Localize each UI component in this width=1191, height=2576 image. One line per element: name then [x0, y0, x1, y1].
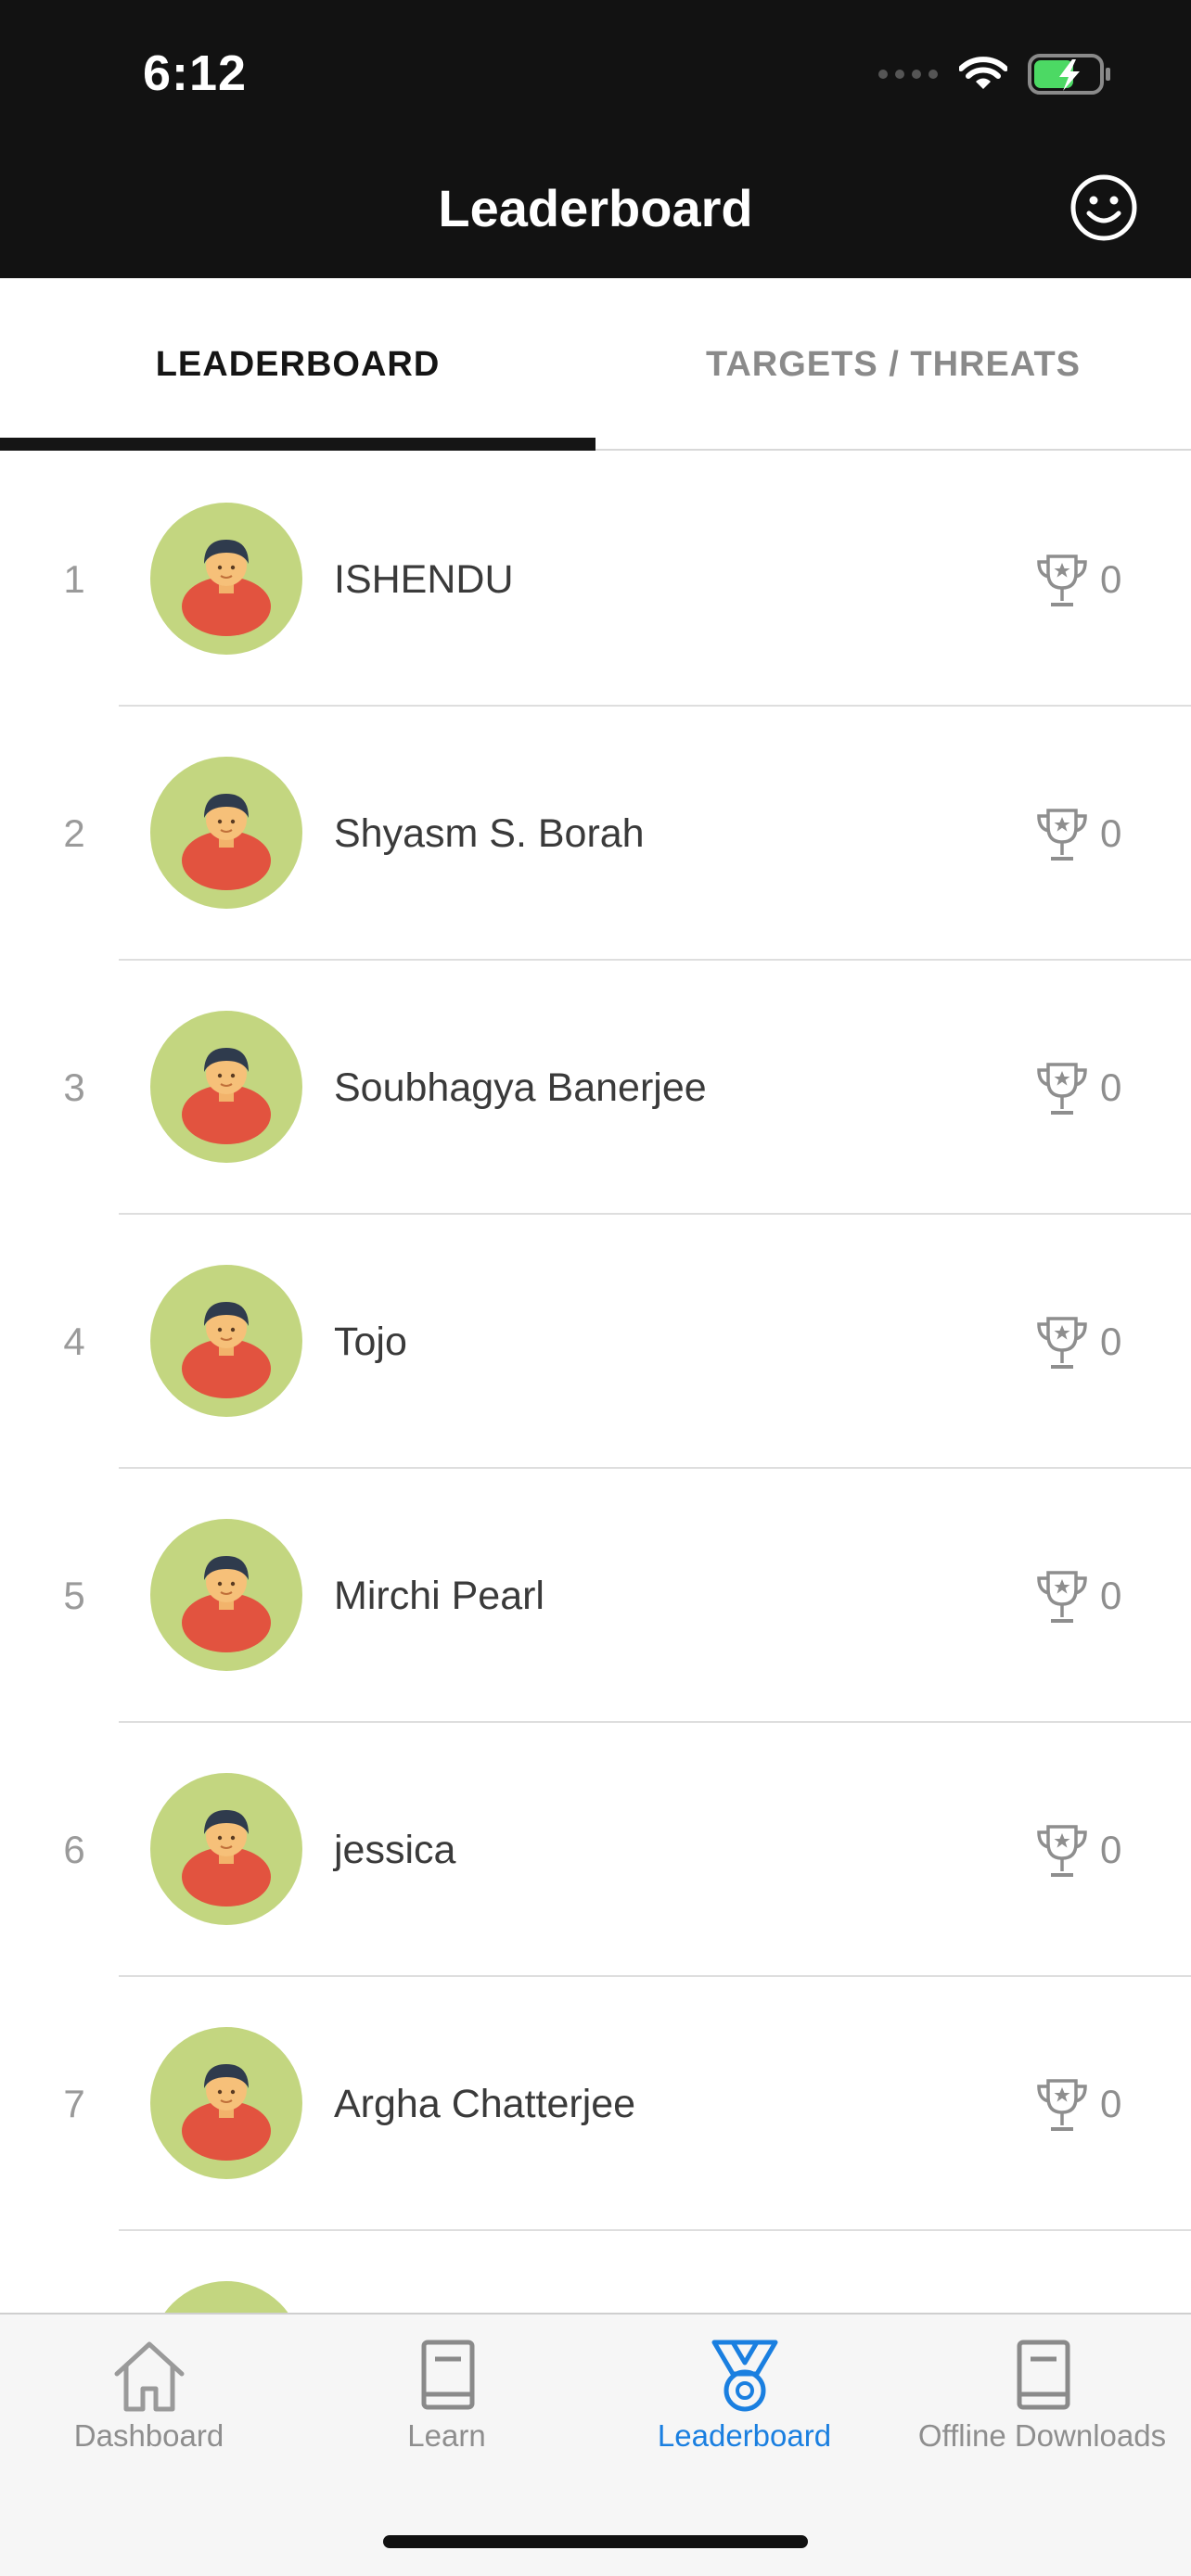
rank-number: 5	[63, 1574, 85, 1617]
leaderboard-row[interactable]: 4 Tojo 0	[0, 1215, 1191, 1469]
score-value: 0	[1100, 557, 1122, 601]
smiley-icon[interactable]	[1069, 172, 1139, 243]
home-icon	[114, 2341, 184, 2412]
nav-dashboard-label: Dashboard	[73, 2418, 224, 2453]
cellular-signal-icon	[878, 70, 938, 79]
book-icon	[1017, 2340, 1069, 2410]
nav-dashboard[interactable]: Dashboard	[0, 2337, 298, 2476]
leaderboard-row[interactable]: 2 Shyasm S. Borah 0	[0, 707, 1191, 961]
user-name: ISHENDU	[334, 556, 514, 602]
trophy-icon	[1035, 1823, 1089, 1879]
rank-number: 1	[63, 557, 85, 601]
book-icon	[421, 2340, 474, 2410]
nav-learn-label: Learn	[407, 2418, 486, 2453]
leaderboard-row[interactable]: 7 Argha Chatterjee 0	[0, 1977, 1191, 2231]
rank-number: 2	[63, 811, 85, 855]
segment-tabs: LEADERBOARD TARGETS / THREATS	[0, 278, 1191, 451]
rank-number: 7	[63, 2082, 85, 2125]
rank-number: 6	[63, 1828, 85, 1871]
nav-leaderboard[interactable]: Leaderboard	[596, 2337, 893, 2476]
avatar	[150, 1519, 302, 1671]
score-value: 0	[1100, 2082, 1122, 2125]
avatar	[150, 1773, 302, 1925]
medal-icon	[711, 2340, 777, 2412]
leaderboard-row[interactable]: 5 Mirchi Pearl 0	[0, 1469, 1191, 1723]
nav-leaderboard-label: Leaderboard	[657, 2418, 832, 2453]
score-value: 0	[1100, 1065, 1122, 1109]
user-name: Shyasm S. Borah	[334, 810, 645, 856]
status-time: 6:12	[143, 45, 248, 101]
avatar	[150, 2027, 302, 2179]
user-name: Mirchi Pearl	[334, 1573, 544, 1618]
home-indicator	[383, 2535, 808, 2548]
trophy-icon	[1035, 1061, 1089, 1116]
wifi-icon	[959, 57, 1007, 89]
nav-learn[interactable]: Learn	[298, 2337, 596, 2476]
score-value: 0	[1100, 1574, 1122, 1617]
leaderboard-row[interactable]: 6 jessica 0	[0, 1723, 1191, 1977]
leaderboard-row[interactable]: 3 Soubhagya Banerjee 0	[0, 961, 1191, 1215]
leaderboard-list[interactable]: 1 ISHENDU 0 2 Shyasm S. Borah 0 3 Soubhagya Ban…	[0, 453, 1191, 2313]
rank-number: 3	[63, 1065, 85, 1109]
avatar	[150, 1011, 302, 1163]
rank-number: 4	[63, 1320, 85, 1363]
page-title: Leaderboard	[438, 179, 753, 237]
leaderboard-row-partial[interactable]	[0, 2231, 1191, 2313]
tab-active-indicator	[0, 438, 596, 451]
battery-charging-icon	[1028, 54, 1110, 95]
status-icons	[877, 54, 1111, 95]
nav-offline-downloads[interactable]: Offline Downloads	[893, 2337, 1191, 2476]
score-value: 0	[1100, 811, 1122, 855]
score-value: 0	[1100, 1828, 1122, 1871]
user-name: Argha Chatterjee	[334, 2081, 636, 2126]
trophy-icon	[1035, 2077, 1089, 2133]
trophy-icon	[1035, 807, 1089, 862]
top-bar: 6:12 Leaderboard	[0, 0, 1191, 278]
trophy-icon	[1035, 1315, 1089, 1371]
leaderboard-row[interactable]: 1 ISHENDU 0	[0, 453, 1191, 707]
trophy-icon	[1035, 553, 1089, 608]
user-name: Soubhagya Banerjee	[334, 1065, 707, 1110]
avatar	[150, 503, 302, 655]
score-value: 0	[1100, 1320, 1122, 1363]
avatar	[150, 757, 302, 909]
avatar	[150, 2281, 302, 2313]
avatar	[150, 1265, 302, 1417]
user-name: Tojo	[334, 1319, 407, 1364]
trophy-icon	[1035, 1569, 1089, 1625]
tab-targets-threats[interactable]: TARGETS / THREATS	[596, 278, 1191, 451]
tab-leaderboard[interactable]: LEADERBOARD	[0, 278, 596, 451]
nav-offline-downloads-label: Offline Downloads	[917, 2418, 1167, 2453]
user-name: jessica	[334, 1827, 456, 1872]
